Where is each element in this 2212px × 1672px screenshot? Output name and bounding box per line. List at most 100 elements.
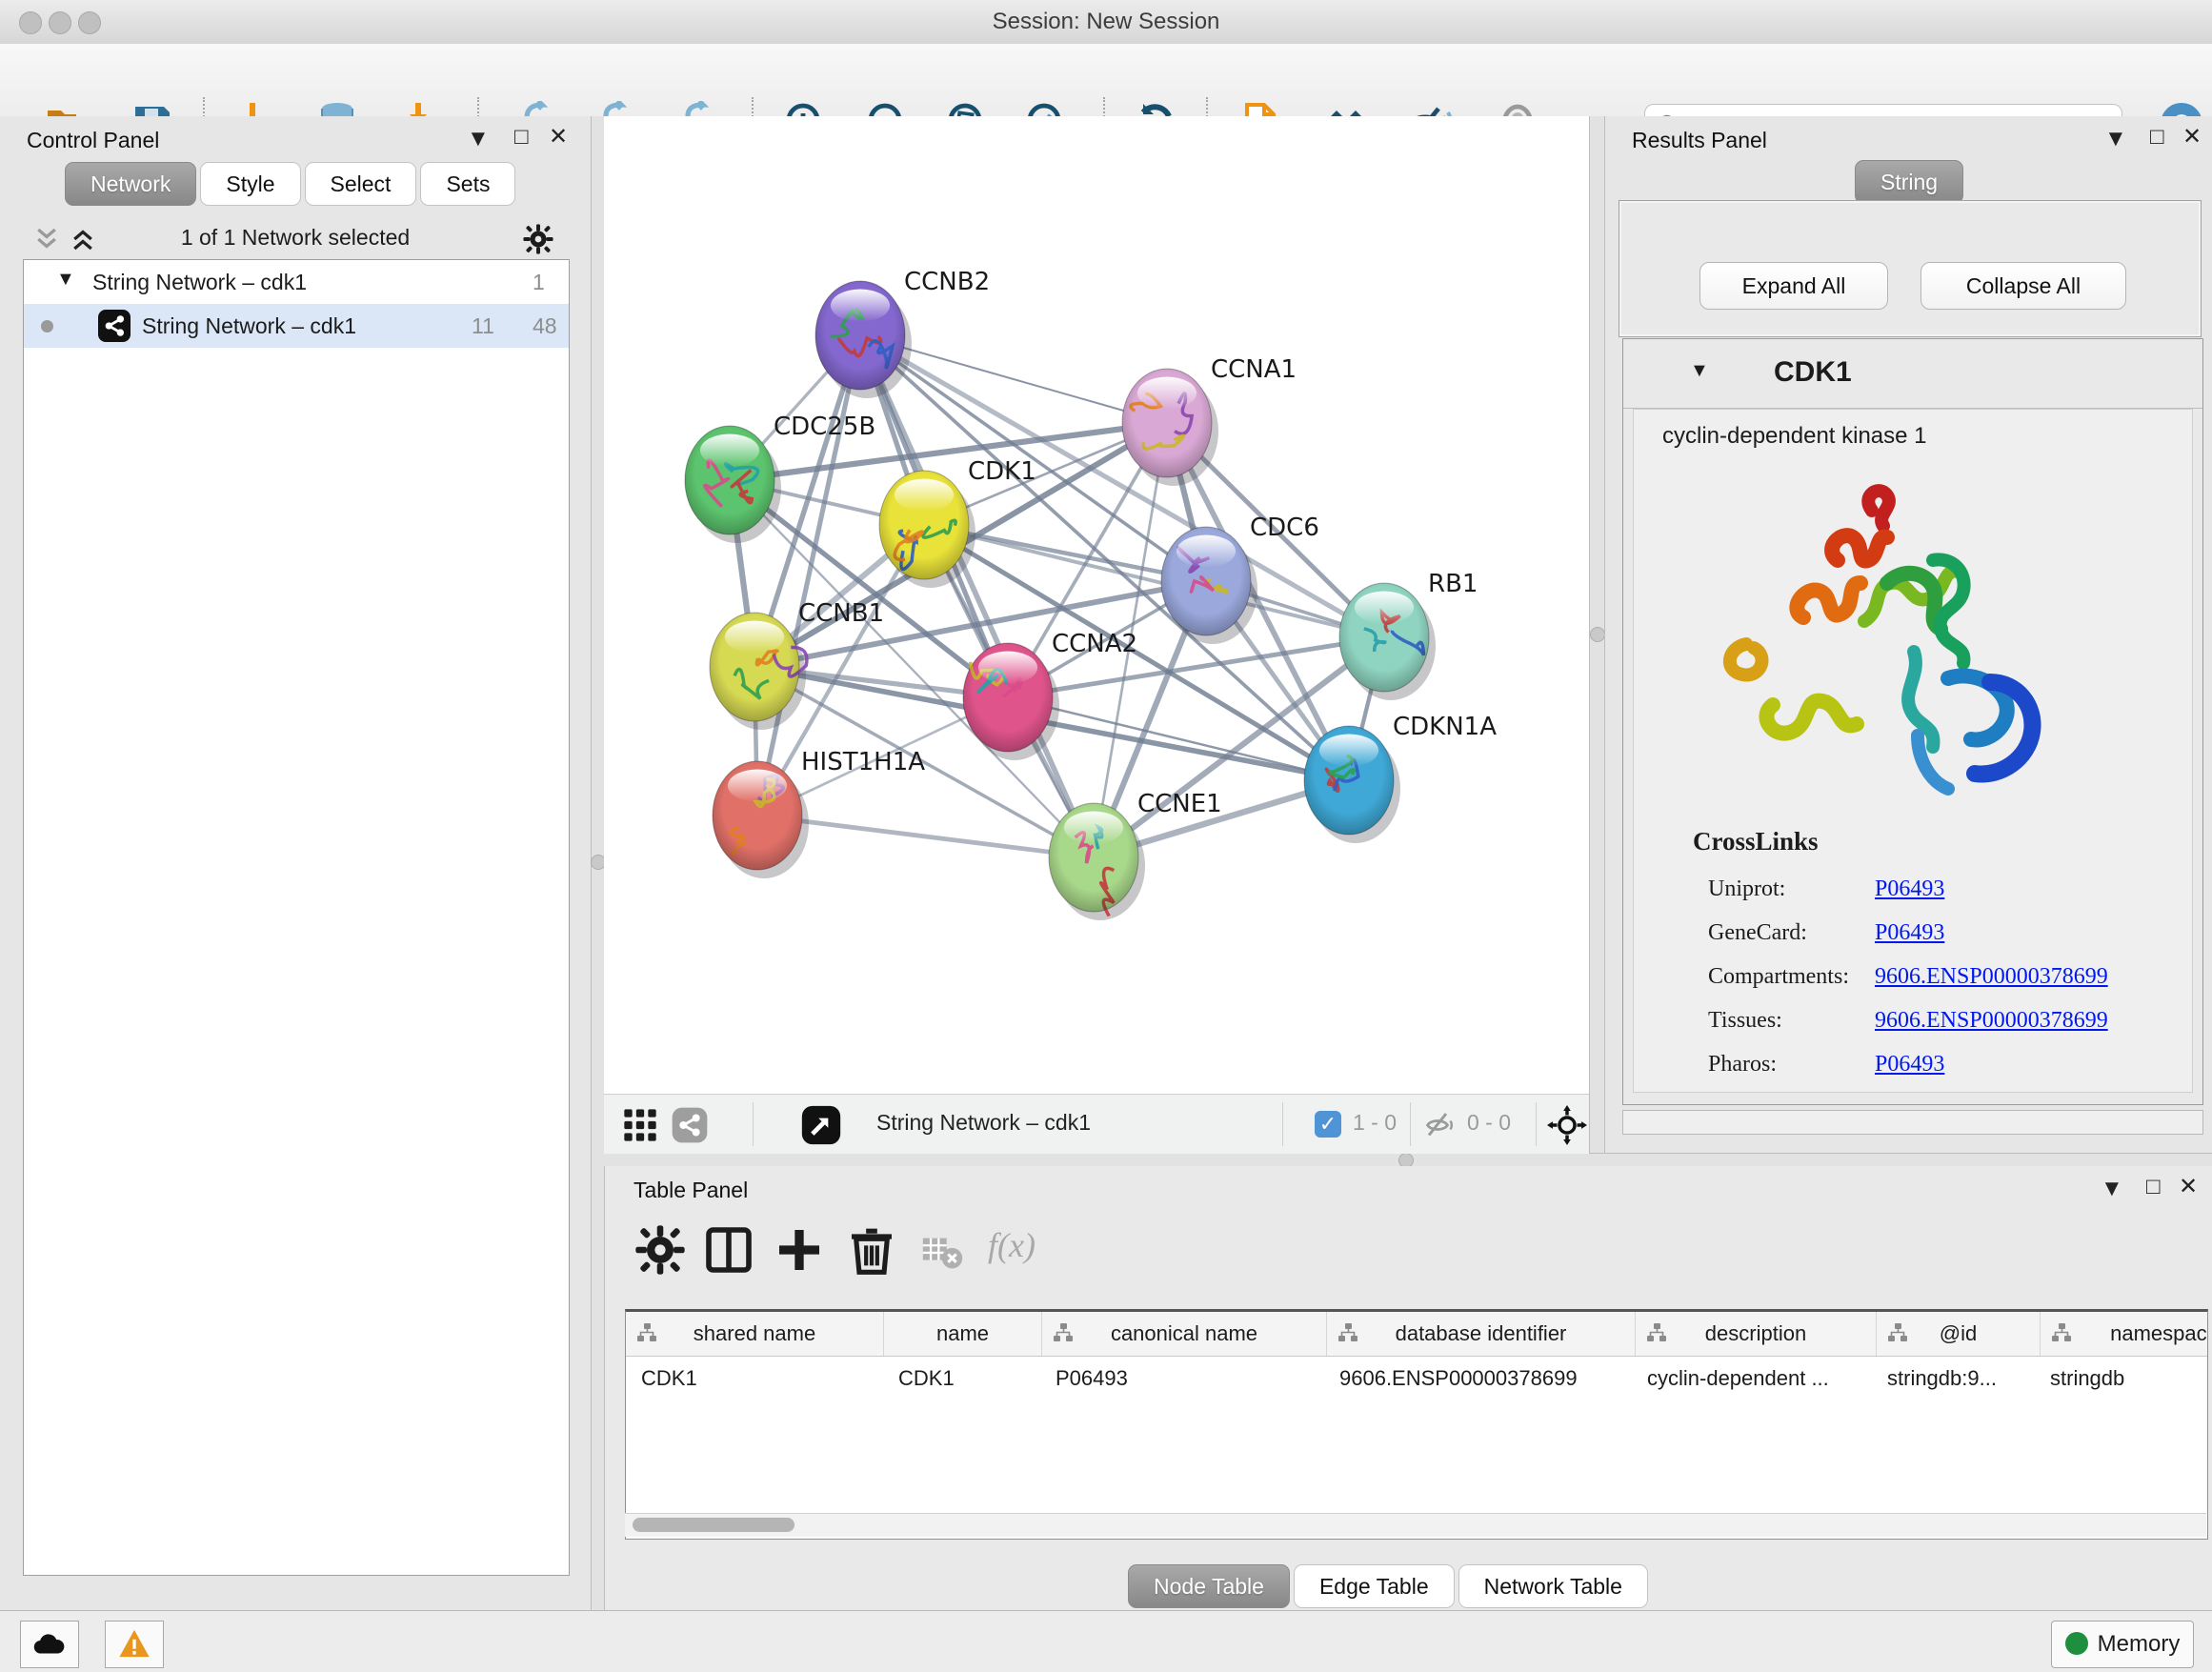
expand-all-button[interactable]: Expand All [1699, 262, 1888, 310]
column-header-description[interactable]: description [1636, 1312, 1877, 1356]
crosslink-link[interactable]: P06493 [1875, 920, 1944, 946]
table-cell: CDK1 [883, 1357, 1040, 1400]
tab-node-table[interactable]: Node Table [1128, 1564, 1290, 1608]
node-CCNB1[interactable] [710, 613, 807, 730]
edge-CCNB2-HIST1H1A[interactable] [757, 335, 860, 816]
crosslink-label: Uniprot: [1708, 876, 1785, 902]
node-CDK1[interactable] [879, 471, 975, 588]
network-options-gear-icon[interactable] [522, 223, 554, 255]
table-body: CDK1CDK1P064939606.ENSP00000378699cyclin… [626, 1357, 2207, 1400]
memory-status-dot [2065, 1632, 2088, 1655]
results-scrollbar-track[interactable] [1622, 1110, 2203, 1135]
navigator-crosshair-icon[interactable] [1547, 1105, 1587, 1145]
string-network-icon [98, 310, 131, 342]
cloud-button[interactable] [20, 1621, 79, 1668]
tab-string[interactable]: String [1855, 160, 1963, 204]
control-panel-tabs: NetworkStyleSelectSets [65, 162, 515, 206]
gene-name: CDK1 [1774, 356, 1852, 389]
main-toolbar: ? [0, 44, 2212, 117]
node-CCNA1[interactable] [1122, 369, 1218, 486]
table-panel-close-icon[interactable]: ✕ [2179, 1176, 2198, 1199]
crosslink-link[interactable]: 9606.ENSP00000378699 [1875, 964, 2108, 990]
tab-network[interactable]: Network [65, 162, 196, 206]
node-CDKN1A[interactable] [1304, 726, 1400, 843]
statusbar-separator [1282, 1102, 1283, 1146]
node-label-CDC25B: CDC25B [774, 413, 875, 441]
network-share-icon[interactable] [671, 1106, 709, 1144]
node-CCNA2[interactable] [963, 643, 1059, 760]
crosslink-link[interactable]: P06493 [1875, 876, 1944, 902]
crosslink-row: Tissues: 9606.ENSP00000378699 [1708, 1000, 2175, 1044]
node-label-HIST1H1A: HIST1H1A [801, 748, 925, 776]
window-title: Session: New Session [0, 9, 2212, 35]
collection-count: 1 [533, 270, 545, 295]
hidden-eye-icon [1423, 1108, 1458, 1142]
table-row[interactable]: CDK1CDK1P064939606.ENSP00000378699cyclin… [626, 1357, 2207, 1400]
column-header-namespace[interactable]: namespace [2041, 1312, 2208, 1356]
table-hscrollbar-thumb[interactable] [633, 1518, 794, 1532]
node-label-CCNA2: CCNA2 [1052, 630, 1137, 658]
grid-view-icon[interactable] [621, 1106, 659, 1144]
control-panel-close-icon[interactable]: ✕ [549, 126, 568, 149]
column-header-canonical-name[interactable]: canonical name [1042, 1312, 1327, 1356]
control-panel-menu-icon[interactable]: ▼ [467, 128, 490, 151]
control-panel-float-icon[interactable]: □ [514, 126, 529, 149]
collection-expand-icon[interactable]: ▼ [56, 269, 75, 291]
table-panel-menu-icon[interactable]: ▼ [2101, 1178, 2123, 1200]
statusbar-separator [753, 1102, 754, 1146]
network-collection-row[interactable]: ▼ String Network – cdk1 1 [24, 260, 569, 304]
node-RB1[interactable] [1339, 583, 1436, 700]
node-CDC25B[interactable] [685, 426, 781, 543]
node-CCNB2[interactable] [815, 281, 912, 398]
table-cell: P06493 [1040, 1357, 1324, 1400]
delete-column-icon[interactable] [845, 1223, 898, 1277]
delete-table-icon [919, 1229, 963, 1273]
crosslinks-title: CrossLinks [1693, 827, 1819, 856]
warnings-button[interactable] [105, 1621, 164, 1668]
results-panel-close-icon[interactable]: ✕ [2182, 126, 2202, 149]
column-header-name[interactable]: name [884, 1312, 1042, 1356]
network-collection-toolbar: 1 of 1 Network selected [0, 215, 591, 261]
collapse-all-button[interactable]: Collapse All [1920, 262, 2126, 310]
selected-checkbox-icon[interactable]: ✓ [1315, 1111, 1341, 1138]
node-CDC6[interactable] [1161, 527, 1257, 644]
memory-button[interactable]: Memory [2051, 1621, 2194, 1668]
table-panel-float-icon[interactable]: □ [2146, 1176, 2161, 1199]
node-HIST1H1A[interactable] [713, 761, 809, 878]
tab-select[interactable]: Select [305, 162, 417, 206]
add-column-icon[interactable] [773, 1223, 826, 1277]
entry-header[interactable]: ▼ CDK1 [1623, 339, 2202, 409]
tab-style[interactable]: Style [200, 162, 300, 206]
network-selection-status: 1 of 1 Network selected [0, 225, 591, 251]
show-columns-icon[interactable] [702, 1223, 755, 1277]
table-options-gear-icon[interactable] [633, 1223, 687, 1277]
results-panel-float-icon[interactable]: □ [2150, 126, 2164, 149]
table-hscrollbar-track[interactable] [625, 1513, 2206, 1537]
tab-edge-table[interactable]: Edge Table [1294, 1564, 1455, 1608]
crosslink-link[interactable]: P06493 [1875, 1052, 1944, 1078]
tab-sets[interactable]: Sets [420, 162, 515, 206]
tab-network-table[interactable]: Network Table [1458, 1564, 1648, 1608]
node-label-CDK1: CDK1 [968, 457, 1036, 486]
right-splitter-grip[interactable] [1590, 627, 1605, 642]
gene-description: cyclin-dependent kinase 1 [1662, 423, 1927, 450]
crosslink-link[interactable]: 9606.ENSP00000378699 [1875, 1008, 2108, 1034]
cloud-icon [32, 1629, 67, 1658]
edge-CCNB2-CCNE1[interactable] [860, 335, 1094, 857]
birds-eye-view-icon[interactable] [800, 1104, 842, 1146]
results-panel-menu-icon[interactable]: ▼ [2104, 128, 2127, 151]
collection-label: String Network – cdk1 [92, 270, 307, 295]
node-CCNE1[interactable] [1049, 803, 1145, 920]
column-header-database-identifier[interactable]: database identifier [1327, 1312, 1636, 1356]
control-panel: Control Panel ▼ □ ✕ NetworkStyleSelectSe… [0, 116, 591, 1610]
network-canvas[interactable]: CCNB2CCNA1CDC25BCDK1CDC6RB1CCNB1CCNA2CDK… [604, 116, 1589, 1094]
crosslink-label: GeneCard: [1708, 920, 1807, 946]
statusbar-separator [1536, 1102, 1537, 1146]
hidden-node-edge-counts: 0 - 0 [1467, 1110, 1511, 1136]
column-header--id[interactable]: @id [1877, 1312, 2041, 1356]
crosslink-label: Tissues: [1708, 1008, 1782, 1034]
protein-structure-image [1689, 469, 2070, 821]
network-row[interactable]: String Network – cdk1 11 48 [24, 304, 569, 348]
column-header-shared-name[interactable]: shared name [626, 1312, 884, 1356]
entry-collapse-icon[interactable]: ▼ [1690, 360, 1709, 382]
